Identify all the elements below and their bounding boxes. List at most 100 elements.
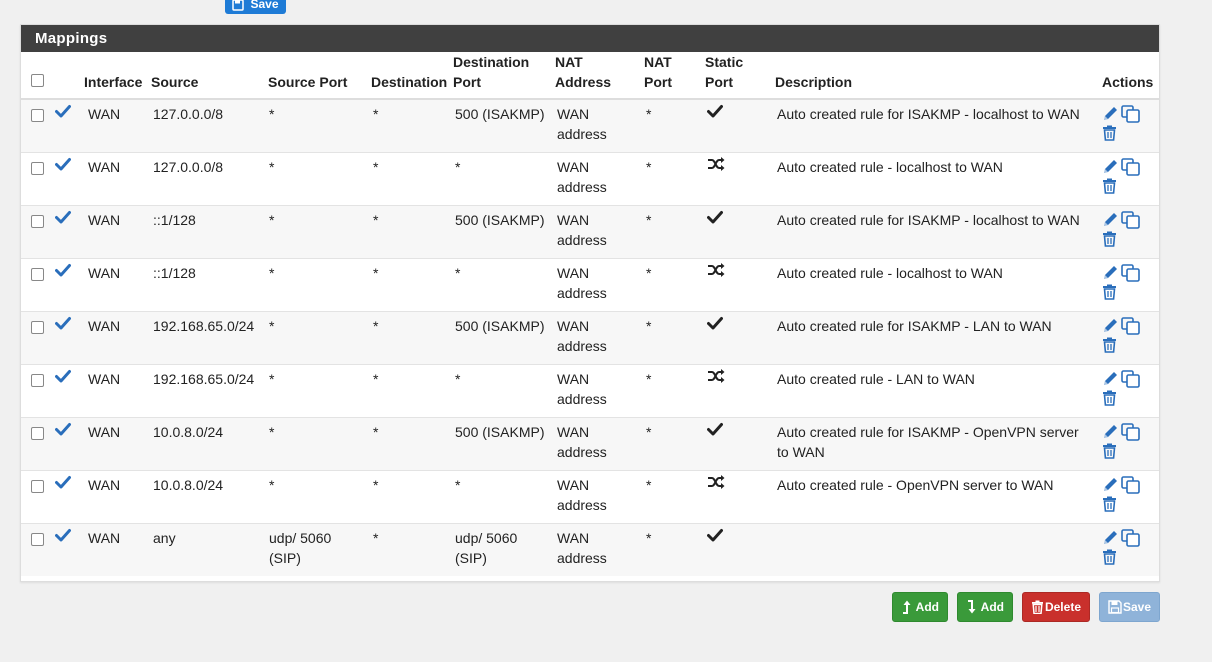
check-icon bbox=[707, 316, 723, 329]
destination-cell: * bbox=[367, 151, 449, 205]
select-all-checkbox[interactable] bbox=[31, 74, 44, 87]
interface-cell: WAN bbox=[80, 151, 147, 205]
row-checkbox[interactable] bbox=[31, 426, 44, 440]
copy-icon[interactable] bbox=[1121, 422, 1141, 441]
actions-cell bbox=[1098, 416, 1159, 470]
trash-icon[interactable] bbox=[1102, 443, 1117, 459]
top-save-button[interactable]: Save bbox=[225, 0, 286, 14]
row-checkbox[interactable] bbox=[31, 532, 44, 546]
row-checkbox-cell bbox=[21, 151, 49, 205]
destination-port-cell: 500 (ISAKMP) bbox=[449, 98, 551, 152]
static-port-cell bbox=[701, 151, 771, 205]
table-row[interactable]: WAN::1/128 * * 500 (ISAKMP) WAN address * Auto … bbox=[21, 204, 1159, 258]
level-up-icon bbox=[903, 600, 911, 614]
source-cell: any bbox=[147, 522, 264, 576]
trash-icon[interactable] bbox=[1102, 390, 1117, 406]
row-checkbox[interactable] bbox=[31, 320, 44, 334]
row-checkbox[interactable] bbox=[31, 109, 44, 122]
trash-icon[interactable] bbox=[1102, 284, 1117, 300]
source-port-cell: * bbox=[264, 151, 367, 205]
check-icon bbox=[55, 210, 71, 223]
add-top-button[interactable]: Add bbox=[892, 592, 948, 622]
row-checkbox-cell bbox=[21, 363, 49, 417]
enabled-header bbox=[49, 52, 80, 100]
trash-icon bbox=[1032, 600, 1043, 614]
check-icon bbox=[55, 157, 71, 170]
pencil-icon[interactable] bbox=[1102, 211, 1119, 228]
row-checkbox-cell bbox=[21, 522, 49, 576]
destination-cell: * bbox=[367, 522, 449, 576]
col-actions: Actions bbox=[1098, 52, 1159, 100]
pencil-icon[interactable] bbox=[1102, 370, 1119, 387]
button-bar: Add Add Delete Save bbox=[0, 592, 1212, 622]
top-save-label: Save bbox=[250, 0, 279, 11]
delete-button[interactable]: Delete bbox=[1022, 592, 1090, 622]
destination-port-cell: * bbox=[449, 151, 551, 205]
enabled-cell bbox=[49, 204, 80, 258]
table-row[interactable]: WAN 10.0.8.0/24 * * * WAN address * Auto created… bbox=[21, 469, 1159, 523]
row-checkbox[interactable] bbox=[31, 161, 44, 175]
table-row[interactable]: WAN 192.168.65.0/24 * * 500 (ISAKMP) WAN addre… bbox=[21, 310, 1159, 364]
enabled-cell bbox=[49, 469, 80, 523]
source-cell: ::1/128 bbox=[147, 257, 264, 311]
copy-icon[interactable] bbox=[1121, 475, 1141, 494]
save-label: Save bbox=[1122, 600, 1151, 614]
delete-label: Delete bbox=[1044, 600, 1081, 614]
row-checkbox[interactable] bbox=[31, 479, 44, 493]
enabled-cell bbox=[49, 363, 80, 417]
enabled-cell bbox=[49, 416, 80, 470]
check-icon bbox=[55, 528, 71, 541]
table-row[interactable]: WAN 192.168.65.0/24 * * * WAN address * Auto cre… bbox=[21, 363, 1159, 417]
trash-icon[interactable] bbox=[1102, 496, 1117, 512]
nat-address-cell: WAN address bbox=[551, 204, 640, 258]
actions-cell bbox=[1098, 469, 1159, 523]
copy-icon[interactable] bbox=[1121, 210, 1141, 229]
trash-icon[interactable] bbox=[1102, 549, 1117, 565]
actions-cell bbox=[1098, 522, 1159, 576]
pencil-icon[interactable] bbox=[1102, 264, 1119, 281]
copy-icon[interactable] bbox=[1121, 263, 1141, 282]
row-checkbox[interactable] bbox=[31, 373, 44, 387]
description-cell: Auto created rule for ISAKMP - OpenVPN s… bbox=[771, 416, 1098, 470]
interface-cell: WAN bbox=[80, 469, 147, 523]
copy-icon[interactable] bbox=[1121, 369, 1141, 388]
nat-port-cell: * bbox=[640, 310, 701, 364]
static-port-cell bbox=[701, 310, 771, 364]
row-checkbox-cell bbox=[21, 98, 49, 152]
trash-icon[interactable] bbox=[1102, 125, 1117, 141]
pencil-icon[interactable] bbox=[1102, 317, 1119, 334]
nat-address-cell: WAN address bbox=[551, 469, 640, 523]
add-bottom-label: Add bbox=[980, 600, 1004, 614]
table-row[interactable]: WAN::1/128 * * * WAN address * Auto created rul… bbox=[21, 257, 1159, 311]
row-checkbox[interactable] bbox=[31, 267, 44, 281]
add-bottom-button[interactable]: Add bbox=[957, 592, 1013, 622]
pencil-icon[interactable] bbox=[1102, 423, 1119, 440]
copy-icon[interactable] bbox=[1121, 105, 1141, 123]
actions-cell bbox=[1098, 363, 1159, 417]
copy-icon[interactable] bbox=[1121, 157, 1141, 176]
pencil-icon[interactable] bbox=[1102, 105, 1119, 122]
copy-icon[interactable] bbox=[1121, 528, 1141, 547]
pencil-icon[interactable] bbox=[1102, 158, 1119, 175]
row-checkbox[interactable] bbox=[31, 214, 44, 228]
source-cell: 127.0.0.0/8 bbox=[147, 151, 264, 205]
pencil-icon[interactable] bbox=[1102, 529, 1119, 546]
destination-port-cell: udp/ 5060 (SIP) bbox=[449, 522, 551, 576]
interface-cell: WAN bbox=[80, 363, 147, 417]
pencil-icon[interactable] bbox=[1102, 476, 1119, 493]
trash-icon[interactable] bbox=[1102, 231, 1117, 247]
col-nat-port: NAT Port bbox=[640, 52, 701, 100]
destination-port-cell: 500 (ISAKMP) bbox=[449, 310, 551, 364]
table-row[interactable]: WAN 127.0.0.0/8 * * 500 (ISAKMP) WAN address * A… bbox=[21, 98, 1159, 152]
table-row[interactable]: WAN any udp/ 5060 (SIP) * udp/ 5060 (SIP) WAN… bbox=[21, 522, 1159, 576]
table-row[interactable]: WAN 127.0.0.0/8 * * * WAN address * Auto created… bbox=[21, 151, 1159, 205]
trash-icon[interactable] bbox=[1102, 337, 1117, 353]
row-checkbox-cell bbox=[21, 257, 49, 311]
save-button[interactable]: Save bbox=[1099, 592, 1160, 622]
copy-icon[interactable] bbox=[1121, 316, 1141, 335]
source-cell: 127.0.0.0/8 bbox=[147, 98, 264, 152]
check-icon bbox=[55, 105, 71, 118]
table-row[interactable]: WAN 10.0.8.0/24 * * 500 (ISAKMP) WAN address * A… bbox=[21, 416, 1159, 470]
source-port-cell: udp/ 5060 (SIP) bbox=[264, 522, 367, 576]
trash-icon[interactable] bbox=[1102, 178, 1117, 194]
